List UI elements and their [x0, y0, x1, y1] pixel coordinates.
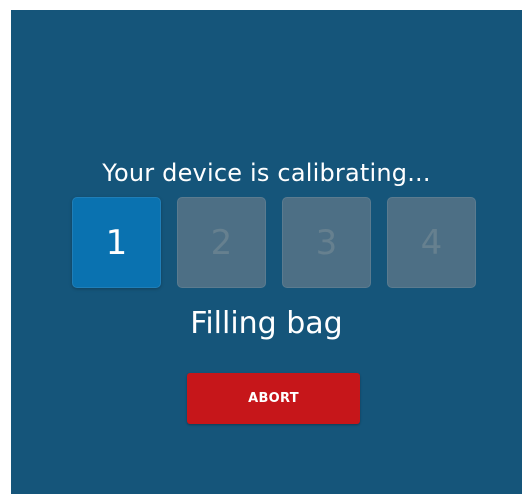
step-indicator: 1 2 3 4 [72, 197, 476, 288]
calibration-status: Filling bag [190, 306, 343, 341]
step-2: 2 [177, 197, 266, 288]
abort-button[interactable]: ABORT [187, 373, 360, 424]
step-4: 4 [387, 197, 476, 288]
calibration-title: Your device is calibrating... [102, 159, 431, 187]
step-1: 1 [72, 197, 161, 288]
calibration-screen: Your device is calibrating... 1 2 3 4 Fi… [11, 10, 522, 494]
step-3: 3 [282, 197, 371, 288]
